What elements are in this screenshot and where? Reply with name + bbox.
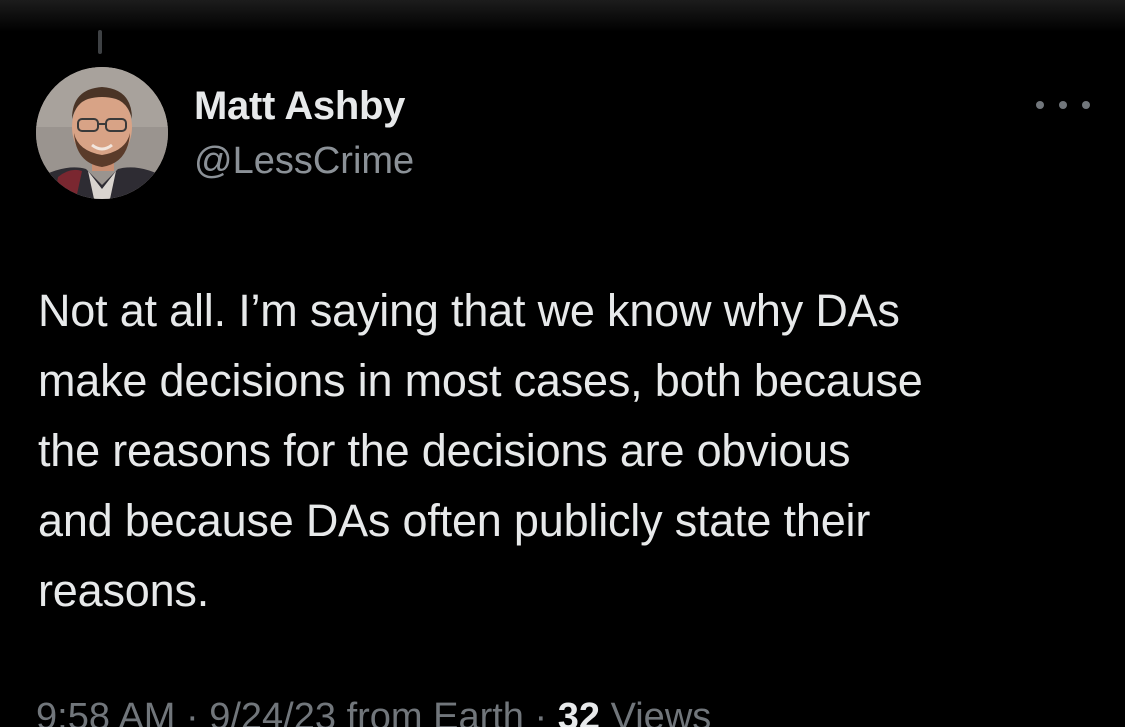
author-name[interactable]: Matt Ashby — [194, 84, 405, 129]
tweet-detail: Matt Ashby @LessCrime Not at all. I’m sa… — [0, 0, 1125, 727]
avatar[interactable] — [36, 67, 168, 199]
thread-connector-line — [98, 30, 102, 54]
more-horizontal-icon — [1059, 101, 1067, 109]
views-label: Views — [610, 696, 712, 727]
views-count[interactable]: 32 — [558, 696, 600, 727]
avatar-photo — [36, 67, 168, 199]
tweet-meta: 9:58 AM · 9/24/23 from Earth · 32 Views — [36, 696, 711, 727]
tweet-source: from Earth — [346, 696, 524, 727]
tweet-time[interactable]: 9:58 AM — [36, 696, 175, 727]
meta-separator: · — [185, 696, 199, 727]
more-options-button[interactable] — [1036, 88, 1090, 122]
tweet-date[interactable]: 9/24/23 — [209, 696, 336, 727]
tweet-text: Not at all. I’m saying that we know why … — [38, 285, 923, 616]
more-horizontal-icon — [1082, 101, 1090, 109]
more-horizontal-icon — [1036, 101, 1044, 109]
author-handle[interactable]: @LessCrime — [194, 140, 414, 183]
top-fade — [0, 0, 1125, 32]
meta-separator: · — [534, 696, 548, 727]
